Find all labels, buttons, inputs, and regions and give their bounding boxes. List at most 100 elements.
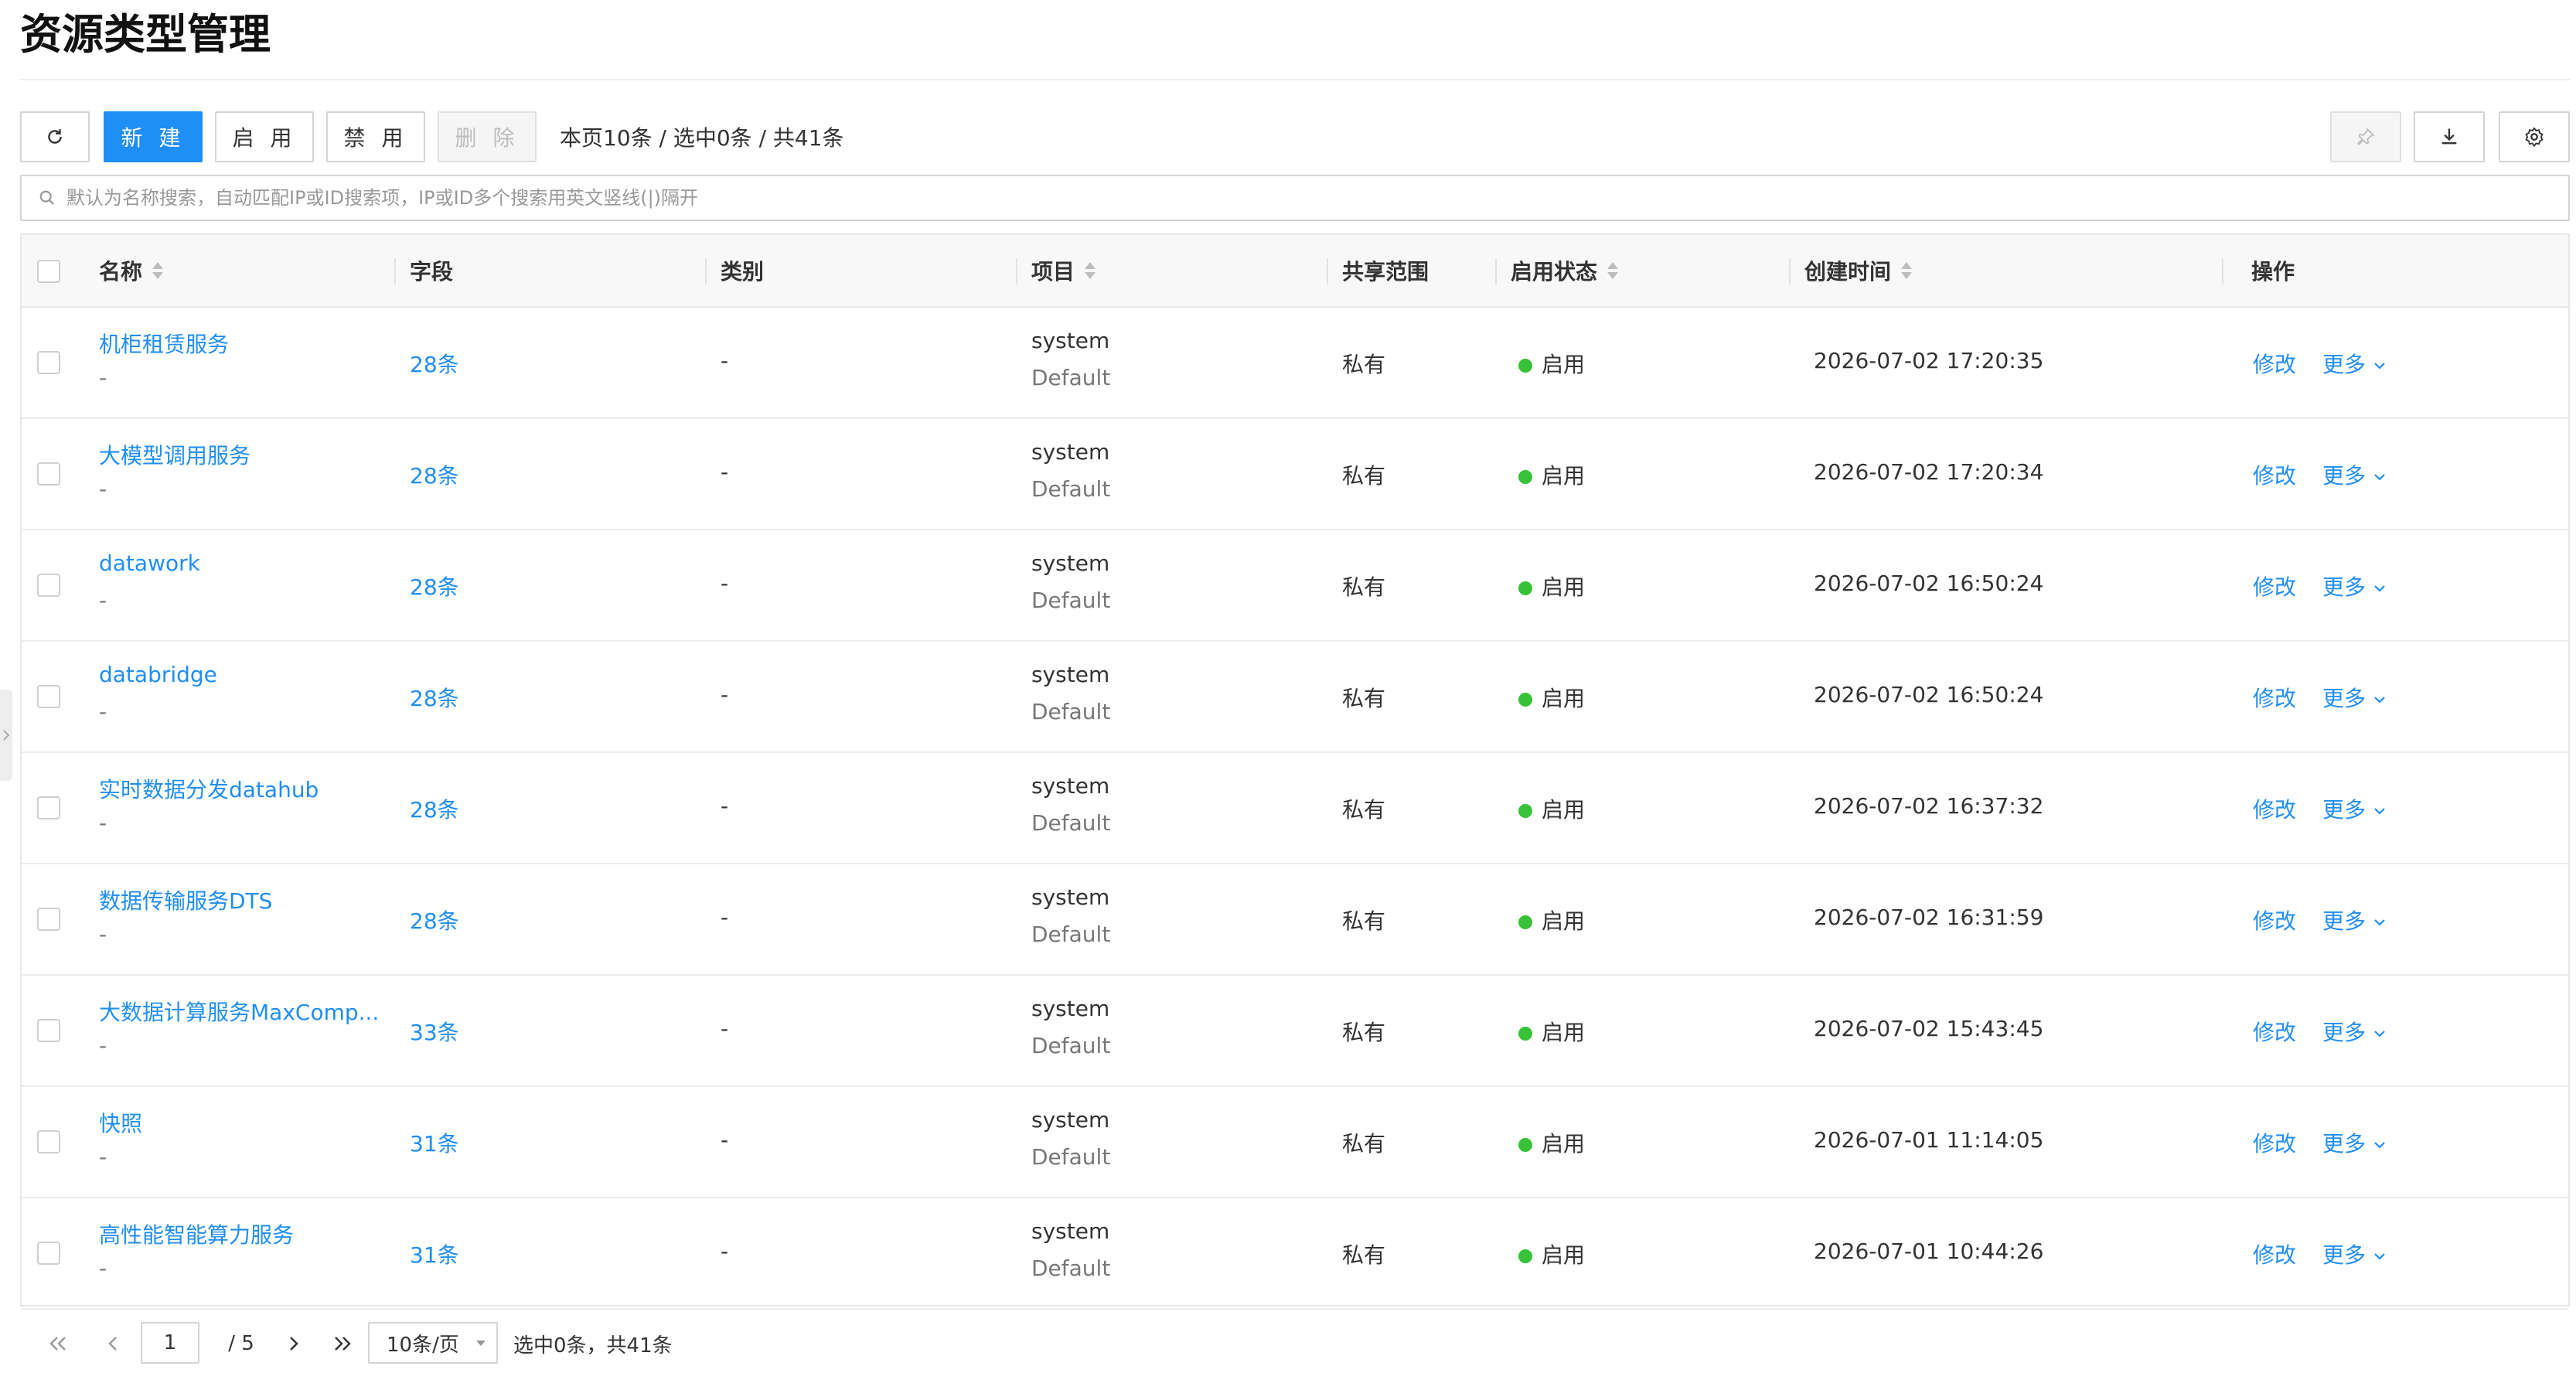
page-number-input[interactable]: 1 [141, 1322, 199, 1364]
share-scope-value: 私有 [1342, 352, 1386, 377]
table-row: 高性能智能算力服务 - 31条 - system Default 私有 启用 2026-07-0… [22, 1198, 2568, 1310]
table-row: databridge - 28条 - system Default 私有 启用 2026-07-… [22, 642, 2568, 753]
row-checkbox[interactable] [37, 685, 60, 708]
delete-button[interactable]: 删 除 [438, 111, 537, 162]
fields-count-link[interactable]: 28条 [410, 459, 459, 490]
settings-button[interactable] [2499, 111, 2570, 162]
disable-button[interactable]: 禁 用 [326, 111, 425, 162]
select-all-checkbox[interactable] [37, 260, 60, 283]
page-size-select[interactable]: 10条/页 [368, 1322, 498, 1364]
edit-link[interactable]: 修改 [2253, 1238, 2296, 1269]
status-badge: 启用 [1518, 459, 1585, 490]
more-dropdown[interactable]: 更多 [2322, 905, 2387, 935]
resource-name-link[interactable]: 大模型调用服务 [99, 439, 250, 470]
resource-name-link[interactable]: 快照 [99, 1107, 142, 1138]
next-page-button[interactable] [280, 1322, 308, 1365]
header-name-label: 名称 [99, 259, 143, 284]
resource-name-link[interactable]: databridge [99, 662, 217, 687]
edit-link[interactable]: 修改 [2253, 1127, 2296, 1158]
more-label: 更多 [2322, 1131, 2366, 1157]
new-button[interactable]: 新 建 [104, 111, 203, 162]
more-label: 更多 [2322, 797, 2366, 823]
fields-count-link[interactable]: 28条 [410, 571, 459, 601]
row-checkbox[interactable] [37, 1130, 60, 1153]
more-dropdown[interactable]: 更多 [2322, 1238, 2387, 1269]
page-title: 资源类型管理 [20, 10, 271, 59]
project-sub-value: Default [1031, 922, 1111, 947]
pin-button[interactable] [2330, 111, 2401, 162]
fields-count-link[interactable]: 28条 [410, 348, 459, 379]
project-value: system [1031, 662, 1110, 687]
more-dropdown[interactable]: 更多 [2322, 793, 2387, 824]
resource-name-link[interactable]: 数据传输服务DTS [99, 884, 272, 915]
edit-link[interactable]: 修改 [2253, 459, 2296, 490]
fields-count-link[interactable]: 31条 [410, 1238, 459, 1269]
status-badge: 启用 [1518, 682, 1585, 713]
first-page-button[interactable] [43, 1322, 71, 1365]
resource-name-sub: - [99, 810, 107, 836]
status-dot-icon [1518, 1249, 1532, 1263]
project-value: system [1031, 439, 1110, 465]
status-dot-icon [1518, 581, 1532, 595]
row-checkbox[interactable] [37, 1019, 60, 1042]
fields-count-link[interactable]: 28条 [410, 905, 459, 935]
more-dropdown[interactable]: 更多 [2322, 682, 2387, 713]
fields-count-link[interactable]: 33条 [410, 1016, 459, 1047]
edit-link[interactable]: 修改 [2253, 571, 2296, 601]
header-project[interactable]: 项目 [1031, 235, 1098, 306]
edit-link[interactable]: 修改 [2253, 905, 2296, 935]
edit-link[interactable]: 修改 [2253, 348, 2296, 379]
status-label: 启用 [1542, 797, 1586, 823]
header-status[interactable]: 启用状态 [1511, 235, 1620, 306]
enable-button[interactable]: 启 用 [215, 111, 314, 162]
status-dot-icon [1518, 915, 1532, 929]
pin-icon [2356, 128, 2375, 146]
download-button[interactable] [2414, 111, 2485, 162]
more-dropdown[interactable]: 更多 [2322, 1127, 2387, 1158]
category-value: - [721, 459, 729, 485]
prev-page-button[interactable] [99, 1322, 127, 1365]
chevron-down-icon [2374, 697, 2385, 704]
header-created[interactable]: 创建时间 [1804, 235, 1914, 306]
row-checkbox[interactable] [37, 1242, 60, 1265]
row-checkbox[interactable] [37, 351, 60, 374]
resource-name-link[interactable]: datawork [99, 550, 200, 576]
category-value: - [721, 348, 729, 373]
header-ops: 操作 [2251, 235, 2295, 306]
refresh-button[interactable] [20, 111, 90, 162]
fields-count-link[interactable]: 28条 [410, 682, 459, 713]
sidebar-toggle[interactable] [0, 690, 12, 781]
project-sub-value: Default [1031, 699, 1111, 724]
more-dropdown[interactable]: 更多 [2322, 459, 2387, 490]
resource-name-link[interactable]: 高性能智能算力服务 [99, 1218, 294, 1249]
resource-name-link[interactable]: 大数据计算服务MaxComp... [99, 996, 379, 1027]
row-checkbox[interactable] [37, 574, 60, 597]
fields-count-link[interactable]: 28条 [410, 793, 459, 824]
header-share-label: 共享范围 [1342, 259, 1429, 284]
status-dot-icon [1518, 359, 1532, 373]
row-checkbox[interactable] [37, 462, 60, 485]
last-page-button[interactable] [328, 1322, 359, 1365]
status-badge: 启用 [1518, 571, 1585, 601]
more-dropdown[interactable]: 更多 [2322, 348, 2387, 379]
edit-link[interactable]: 修改 [2253, 793, 2296, 824]
created-time-value: 2026-07-01 10:44:26 [1814, 1238, 2044, 1264]
more-dropdown[interactable]: 更多 [2322, 1016, 2387, 1047]
header-name[interactable]: 名称 [99, 235, 165, 306]
row-checkbox[interactable] [37, 908, 60, 931]
sort-icon [1901, 262, 1913, 279]
more-dropdown[interactable]: 更多 [2322, 571, 2387, 601]
resource-name-link[interactable]: 实时数据分发datahub [99, 773, 319, 804]
edit-link[interactable]: 修改 [2253, 1016, 2296, 1047]
share-scope-value: 私有 [1342, 1242, 1386, 1268]
table-row: 大数据计算服务MaxComp... - 33条 - system Default 私有 启用 2… [22, 976, 2568, 1087]
resource-name-link[interactable]: 机柜租赁服务 [99, 328, 229, 359]
table-row: 数据传输服务DTS - 28条 - system Default 私有 启用 2026-07-0… [22, 864, 2568, 976]
fields-count-link[interactable]: 31条 [410, 1127, 459, 1158]
row-checkbox[interactable] [37, 796, 60, 819]
edit-link[interactable]: 修改 [2253, 682, 2296, 713]
search-input[interactable] [66, 187, 2568, 209]
more-label: 更多 [2322, 1020, 2366, 1045]
table-row: 大模型调用服务 - 28条 - system Default 私有 启用 2026-07-02 … [22, 419, 2568, 530]
resource-name-sub: - [99, 1144, 107, 1170]
